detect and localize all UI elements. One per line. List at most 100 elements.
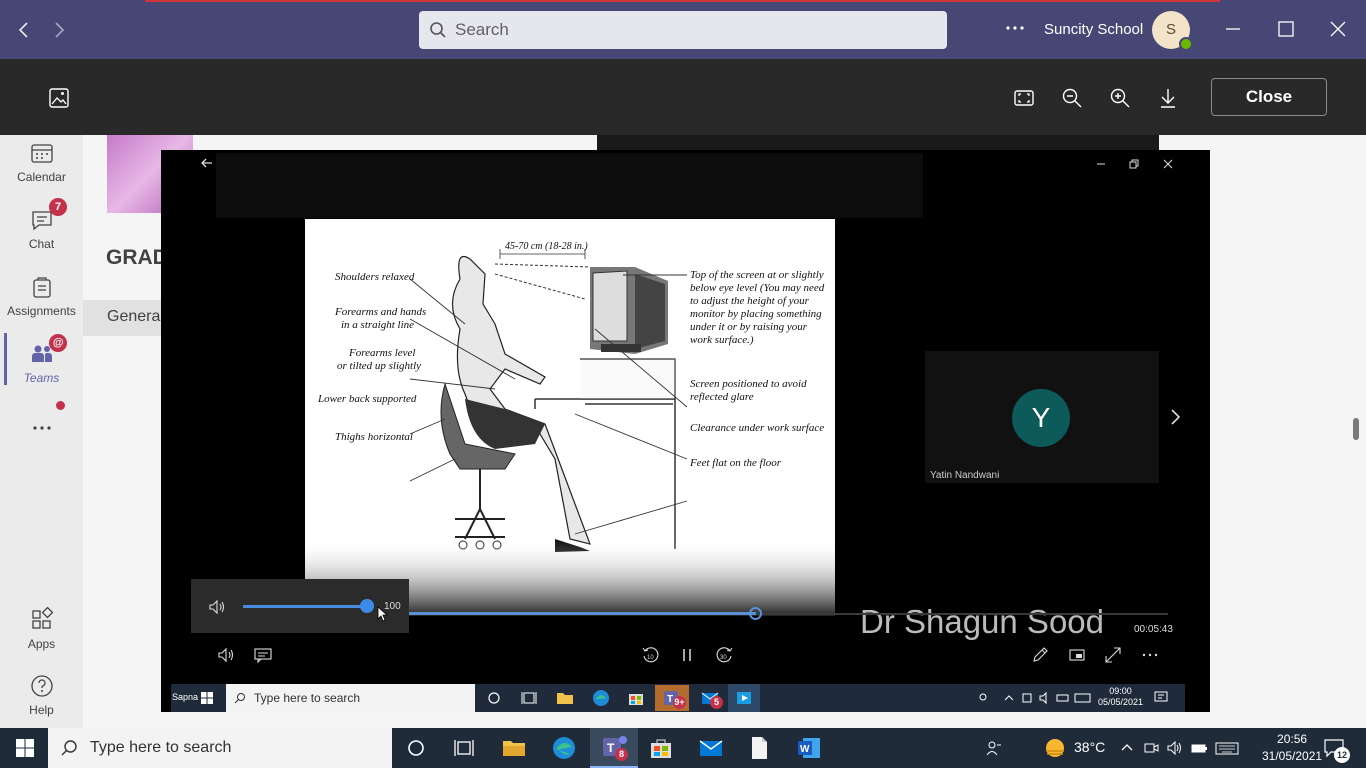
mail-icon[interactable] <box>697 734 725 762</box>
rail-item-apps[interactable]: Apps <box>0 607 83 651</box>
pen-icon[interactable] <box>1030 645 1050 665</box>
volume-icon[interactable] <box>216 645 236 665</box>
rail-label: Assignments <box>7 304 76 318</box>
more-apps-icon[interactable] <box>0 420 83 436</box>
pause-icon[interactable] <box>677 645 697 665</box>
rail-label: Calendar <box>17 170 66 184</box>
rewind-10-icon[interactable]: 10 <box>641 645 661 665</box>
progress-handle[interactable] <box>749 607 762 620</box>
weather-icon[interactable] <box>1043 736 1067 760</box>
fullscreen-icon[interactable] <box>1103 645 1123 665</box>
fit-screen-icon[interactable] <box>1012 86 1036 110</box>
svg-text:T: T <box>607 741 615 755</box>
teams-taskbar-app[interactable]: T 8 <box>590 728 638 768</box>
back-arrow-icon[interactable] <box>12 18 36 42</box>
slide-label: under it or by raising your <box>690 321 808 333</box>
inner-notification-icon <box>1154 690 1168 704</box>
more-options-icon[interactable] <box>1003 16 1027 40</box>
teams-taskbar-badge: 8 <box>615 748 628 761</box>
rail-label: Help <box>29 703 54 717</box>
cortana-icon[interactable] <box>402 734 430 762</box>
video-close-icon[interactable] <box>1161 157 1175 171</box>
captions-icon[interactable] <box>253 645 273 665</box>
inner-task-view-icon <box>519 688 539 708</box>
battery-icon[interactable] <box>1190 739 1208 757</box>
close-viewer-button[interactable]: Close <box>1211 78 1327 116</box>
organization-name[interactable]: Suncity School <box>1044 21 1143 38</box>
slide-label: Feet flat on the floor <box>690 457 782 469</box>
measurement-label: 45-70 cm (18-28 in.) <box>505 241 588 252</box>
video-minimize-icon[interactable] <box>1094 157 1108 171</box>
presenter-watermark: Dr Shagun Sood <box>860 603 1105 640</box>
word-icon[interactable]: W <box>795 734 823 762</box>
mouse-cursor-icon <box>377 606 389 622</box>
forward-30-icon[interactable]: 30 <box>714 645 734 665</box>
video-restore-icon[interactable] <box>1127 157 1141 171</box>
rail-item-teams[interactable]: Teams @ <box>0 334 83 385</box>
slide-label: monitor by placing something <box>690 308 822 320</box>
rail-label: Teams <box>23 371 60 385</box>
image-icon[interactable] <box>47 86 71 110</box>
windows-start-icon[interactable] <box>15 738 35 758</box>
minimize-icon[interactable] <box>1218 14 1248 44</box>
video-back-arrow-icon[interactable] <box>199 155 215 171</box>
slide-label: to adjust the height of your <box>690 295 809 307</box>
next-chevron-icon[interactable] <box>1165 407 1185 427</box>
store-icon[interactable] <box>647 734 675 762</box>
inner-teams-badge: 9+ <box>673 696 686 709</box>
rail-item-calendar[interactable]: Calendar <box>0 140 83 184</box>
search-box[interactable] <box>419 11 947 49</box>
taskbar-search-box[interactable] <box>48 728 392 768</box>
volume-slider-handle[interactable] <box>360 599 374 613</box>
team-heading: GRAD <box>106 246 168 269</box>
maximize-icon[interactable] <box>1271 14 1301 44</box>
download-icon[interactable] <box>1156 86 1180 110</box>
taskbar-clock[interactable]: 20:56 31/05/2021 <box>1262 731 1322 765</box>
slide-label: Forearms level <box>349 347 416 359</box>
taskbar-search-input[interactable] <box>90 739 380 757</box>
mini-view-icon[interactable] <box>1067 645 1087 665</box>
forward-arrow-icon[interactable] <box>47 18 71 42</box>
progress-fill <box>408 612 756 615</box>
chat-unread-badge: 7 <box>49 198 67 216</box>
tray-chevron-icon[interactable] <box>1118 739 1136 757</box>
search-icon <box>429 21 447 39</box>
rail-item-chat[interactable]: Chat 7 <box>0 198 83 251</box>
document-icon[interactable] <box>745 734 773 762</box>
slide-label: Forearms and hands <box>335 306 427 318</box>
background-video-strip <box>597 135 1159 151</box>
search-input[interactable] <box>455 20 935 40</box>
user-avatar[interactable]: S <box>1152 11 1193 51</box>
scrollbar-thumb[interactable] <box>1353 418 1359 440</box>
notification-center-icon[interactable]: 12 <box>1323 737 1350 763</box>
rail-item-help[interactable]: Help <box>0 673 83 717</box>
inner-clock: 09:00 05/05/2021 <box>1098 686 1143 708</box>
rail-label: Chat <box>28 237 55 251</box>
apps-icon <box>29 607 55 633</box>
file-explorer-icon[interactable] <box>500 734 528 762</box>
speaker-icon[interactable] <box>207 597 227 617</box>
svg-text:30: 30 <box>720 655 727 661</box>
inner-active-app <box>728 684 760 712</box>
edge-browser-icon[interactable] <box>550 734 578 762</box>
volume-slider-track[interactable] <box>243 605 368 608</box>
zoom-in-icon[interactable] <box>1108 86 1132 110</box>
task-view-icon[interactable] <box>450 734 478 762</box>
keyboard-icon[interactable] <box>1214 739 1240 757</box>
people-icon[interactable] <box>985 739 1003 757</box>
temperature[interactable]: 38°C <box>1074 739 1105 755</box>
slide-label: Clearance under work surface <box>690 422 825 434</box>
inner-start-icon <box>200 691 214 705</box>
video-more-icon[interactable] <box>1140 645 1160 665</box>
zoom-out-icon[interactable] <box>1060 86 1084 110</box>
inner-edge-icon <box>591 688 611 708</box>
slide-label: Screen positioned to avoid <box>690 378 807 390</box>
rail-item-assignments[interactable]: Assignments <box>0 274 83 318</box>
slide-label: work surface.) <box>690 334 754 346</box>
clock-date: 31/05/2021 <box>1262 749 1323 763</box>
close-window-icon[interactable] <box>1323 14 1353 44</box>
speaker-tray-icon[interactable] <box>1166 739 1184 757</box>
inner-teams-app: T 9+ <box>655 685 689 711</box>
meet-now-icon[interactable] <box>1142 739 1160 757</box>
elapsed-time: 00:05:43 <box>1134 624 1173 635</box>
